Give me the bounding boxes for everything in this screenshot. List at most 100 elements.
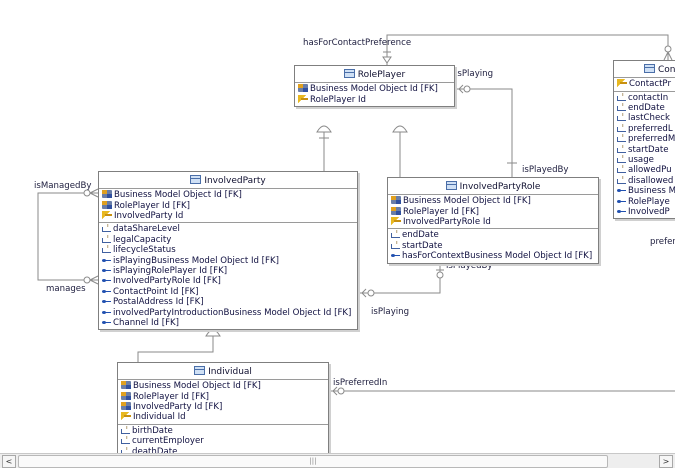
key-section: ContactPr [614, 77, 675, 90]
relationship-row[interactable]: ContactPoint Id [FK] [102, 287, 355, 297]
diagram-canvas[interactable]: hasForContactPreference isPlaying isPlay… [0, 0, 675, 453]
attribute-row[interactable]: endDate [617, 103, 675, 113]
attribute-row[interactable]: endDate [391, 230, 596, 240]
attribute-row[interactable]: disallowed [617, 176, 675, 186]
primary-key-icon [391, 216, 401, 225]
key-section: Business Model Object Id [FK] RolePlayer… [295, 82, 454, 106]
entity-involvedparty[interactable]: InvolvedParty Business Model Object Id [… [98, 171, 358, 331]
key-row[interactable]: RolePlayer Id [298, 94, 452, 105]
attribute-label: legalCapacity [113, 234, 172, 245]
label-has-for-contact-preference: hasForContactPreference [303, 38, 412, 48]
attribute-row[interactable]: lifecycleStatus [102, 245, 355, 255]
relationship-label: hasForContextBusiness Model Object Id [F… [402, 251, 593, 262]
relationship-row[interactable]: Business M [617, 186, 675, 196]
entity-title: Cont [658, 65, 675, 75]
attribute-row[interactable]: dataShareLevel [102, 224, 355, 234]
attribute-row[interactable]: allowedPu [617, 165, 675, 175]
key-row[interactable]: InvolvedParty Id [102, 210, 355, 221]
table-icon [644, 64, 655, 73]
entity-individual[interactable]: Individual Business Model Object Id [FK]… [117, 362, 329, 453]
key-label: RolePlayer Id [FK] [403, 206, 479, 217]
relationship-label: ContactPoint Id [FK] [113, 286, 199, 297]
key-row[interactable]: Business Model Object Id [FK] [121, 381, 326, 391]
attribute-row[interactable]: contactIn [617, 93, 675, 103]
relationship-label: involvedPartyIntroductionBusiness Model … [113, 307, 352, 318]
relationship-icon [102, 287, 111, 295]
label-is-managed-by: isManagedBy [34, 181, 92, 191]
attribute-icon [617, 134, 626, 143]
key-row[interactable]: Business Model Object Id [FK] [298, 84, 452, 94]
relationship-label: RolePlaye [628, 196, 670, 207]
primary-key-icon [121, 412, 131, 421]
attribute-label: endDate [628, 102, 665, 113]
attribute-row[interactable]: preferredM [617, 134, 675, 144]
primary-key-icon [298, 94, 308, 103]
relationship-row[interactable]: PostalAddress Id [FK] [102, 297, 355, 307]
attribute-icon [617, 155, 626, 163]
relationship-label: PostalAddress Id [FK] [113, 297, 204, 308]
entity-roleplayer[interactable]: RolePlayer Business Model Object Id [FK]… [294, 65, 455, 107]
key-row[interactable]: RolePlayer Id [FK] [121, 391, 326, 402]
relationship-label: isPlayingRolePlayer Id [FK] [113, 265, 228, 276]
horizontal-scrollbar[interactable]: < ||| > [0, 453, 675, 468]
relationship-row[interactable]: hasForContextBusiness Model Object Id [F… [391, 251, 596, 261]
relationship-row[interactable]: isPlayingRolePlayer Id [FK] [102, 266, 355, 276]
key-label: Business Model Object Id [FK] [133, 381, 261, 392]
attribute-icon [102, 235, 111, 243]
key-row[interactable]: RolePlayer Id [FK] [391, 206, 596, 217]
attribute-row[interactable]: lastCheck [617, 113, 675, 123]
attribute-row[interactable]: usage [617, 155, 675, 165]
key-row[interactable]: RolePlayer Id [FK] [102, 200, 355, 211]
key-row[interactable]: ContactPr [617, 79, 675, 89]
attribute-icon [391, 241, 400, 249]
attribute-label: lifecycleStatus [113, 245, 176, 256]
entity-title: InvolvedParty [204, 176, 266, 186]
attribute-label: startDate [628, 144, 669, 155]
foreign-key-icon [298, 84, 308, 93]
relationship-icon [102, 266, 111, 274]
key-row[interactable]: Business Model Object Id [FK] [102, 190, 355, 200]
attribute-label: contactIn [628, 92, 669, 103]
key-row[interactable]: Business Model Object Id [FK] [391, 196, 596, 206]
relationship-icon [391, 251, 400, 259]
attribute-row[interactable]: startDate [617, 145, 675, 155]
attribute-label: dataShareLevel [113, 224, 180, 235]
attribute-label: preferredL [628, 123, 673, 134]
label-is-playing-bottom: isPlaying [371, 307, 410, 317]
foreign-key-icon [102, 200, 112, 209]
foreign-key-icon [391, 196, 401, 205]
relationship-row[interactable]: involvedPartyIntroductionBusiness Model … [102, 308, 355, 318]
key-row[interactable]: Individual Id [121, 412, 326, 422]
table-icon [194, 366, 206, 375]
key-label: RolePlayer Id [310, 94, 366, 105]
relationship-row[interactable]: RolePlaye [617, 197, 675, 207]
relationship-row[interactable]: InvolvedP [617, 207, 675, 217]
relationship-row[interactable]: InvolvedPartyRole Id [FK] [102, 276, 355, 286]
entity-involvedpartyrole[interactable]: InvolvedPartyRole Business Model Object … [387, 177, 599, 264]
attribute-row[interactable]: preferredL [617, 124, 675, 134]
scroll-thumb[interactable]: ||| [18, 455, 608, 468]
attribute-row[interactable]: currentEmployer [121, 436, 326, 446]
relationship-row[interactable]: isPlayingBusiness Model Object Id [FK] [102, 256, 355, 266]
key-label: InvolvedPartyRole Id [403, 216, 491, 227]
key-label: Business Model Object Id [FK] [114, 190, 242, 201]
attribute-section: dataShareLevel legalCapacity lifecycleSt… [99, 222, 357, 329]
relationship-icon [102, 256, 111, 264]
attribute-row[interactable]: legalCapacity [102, 235, 355, 245]
scroll-right-button[interactable]: > [659, 455, 673, 468]
attribute-icon [617, 93, 626, 101]
attribute-row[interactable]: startDate [391, 241, 596, 251]
key-row[interactable]: InvolvedPartyRole Id [391, 216, 596, 227]
foreign-key-icon [121, 381, 131, 390]
entity-contact[interactable]: Cont ContactPr contactIn endDate lastChe… [613, 60, 675, 220]
table-icon [343, 69, 355, 78]
attribute-row[interactable]: birthDate [121, 426, 326, 436]
table-icon [445, 181, 457, 190]
scroll-left-button[interactable]: < [2, 455, 16, 468]
key-row[interactable]: InvolvedParty Id [FK] [121, 401, 326, 412]
relationship-label: Business M [628, 186, 675, 197]
attribute-label: lastCheck [628, 113, 670, 124]
relationship-row[interactable]: Channel Id [FK] [102, 318, 355, 328]
attribute-label: endDate [402, 230, 439, 241]
foreign-key-icon [102, 190, 112, 199]
